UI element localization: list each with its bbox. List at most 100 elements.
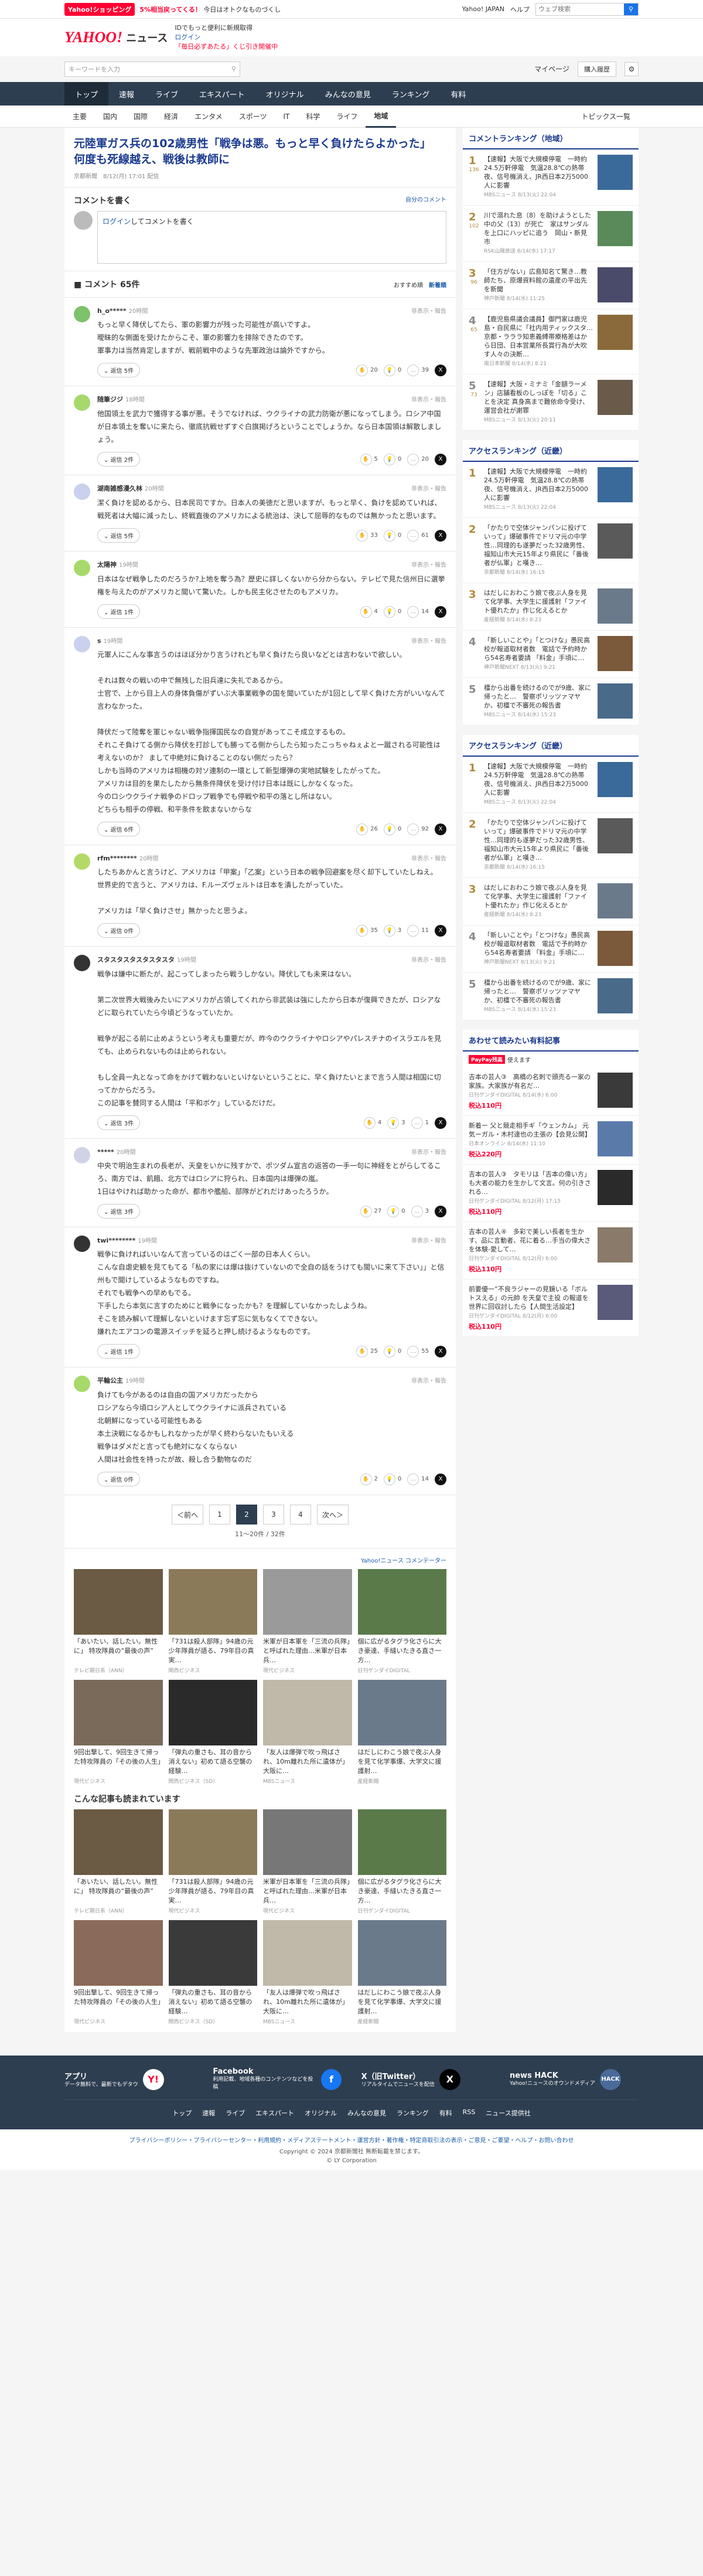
hide-report-link[interactable]: 非表示・報告 bbox=[411, 1147, 446, 1156]
reco-card[interactable]: 「弾丸の重さも、耳の音から消えない」初めて語る空襲の経験… 関西ビジネス（SD） bbox=[168, 1920, 257, 2025]
hmm-button[interactable]: … 39 bbox=[407, 364, 429, 376]
shopping-promo[interactable]: 5%相当戻ってくる！ 今日はオトクなものづくし bbox=[139, 5, 281, 14]
hide-report-link[interactable]: 非表示・報告 bbox=[411, 394, 446, 404]
my-comments-link[interactable]: 自分のコメント bbox=[405, 195, 446, 206]
footer-x[interactable]: X（旧Twitter） リアルタイムでニュースを配信 X bbox=[361, 2068, 490, 2090]
hmm-button[interactable]: … 92 bbox=[407, 823, 429, 835]
reco-sponsor[interactable]: Yahoo!ニュース コメンテーター bbox=[74, 1556, 446, 1564]
good-button[interactable]: 💡 3 bbox=[383, 924, 401, 937]
gnav-paid[interactable]: 有料 bbox=[440, 82, 476, 106]
comment-user[interactable]: 湖南雑感漫久林 20時間 bbox=[97, 484, 164, 493]
article-title[interactable]: 元陸軍ガス兵の102歳男性「戦争は悪。もっと早く負けたらよかった」 何度も死線越… bbox=[74, 136, 446, 168]
hmm-button[interactable]: … 61 bbox=[407, 529, 429, 542]
ranking-item[interactable]: 5 橿から出番を続けるのでが9歳、家に帰ったと… 警察ポリッツァマヤか、初橿で不審… bbox=[463, 678, 639, 726]
hide-report-link[interactable]: 非表示・報告 bbox=[411, 636, 446, 645]
ranking-item[interactable]: 3 96 「住方がない」広島知名て驚き…教師たち、原爆資料館の遺産の平出先を新聞 神戸… bbox=[463, 262, 639, 309]
empathy-button[interactable]: ✋ 20 bbox=[356, 364, 378, 376]
web-search-input[interactable] bbox=[536, 3, 624, 15]
x-share-icon[interactable]: X bbox=[435, 1117, 446, 1129]
good-button[interactable]: 💡 0 bbox=[383, 605, 401, 618]
x-share-icon[interactable]: X bbox=[435, 823, 446, 835]
x-share-icon[interactable]: X bbox=[435, 1205, 446, 1217]
x-share-icon[interactable]: X bbox=[435, 453, 446, 465]
footer-nav-link[interactable]: 速報 bbox=[202, 2108, 215, 2118]
reply-toggle-button[interactable]: ⌄ 返信 0件 bbox=[97, 1472, 141, 1486]
legal-text[interactable]: プライバシーポリシー・プライバシーセンター・利用規約・メディアステートメント・運… bbox=[129, 2138, 574, 2144]
x-share-icon[interactable]: X bbox=[435, 605, 446, 618]
sort-newest[interactable]: 新着順 bbox=[429, 280, 446, 289]
cat-international[interactable]: 国際 bbox=[125, 106, 156, 128]
comment-input-box[interactable]: ログインしてコメントを書く bbox=[97, 211, 446, 264]
cat-science[interactable]: 科学 bbox=[298, 106, 328, 128]
header-promo[interactable]: IDでもっと便利に新規取得 ログイン 「毎日必ずあたる」くじ引き開催中 bbox=[175, 23, 278, 52]
hmm-button[interactable]: … 3 bbox=[411, 1205, 429, 1217]
empathy-button[interactable]: ✋ 35 bbox=[356, 924, 378, 937]
comment-user[interactable]: 随筆ジジ 18時間 bbox=[97, 394, 145, 404]
x-share-icon[interactable]: X bbox=[435, 1473, 446, 1485]
cat-economy[interactable]: 経済 bbox=[156, 106, 186, 128]
hide-report-link[interactable]: 非表示・報告 bbox=[411, 853, 446, 862]
page-button[interactable]: 1 bbox=[209, 1505, 230, 1524]
good-button[interactable]: 💡 0 bbox=[383, 823, 401, 835]
paid-article-item[interactable]: 吉本の芸人③ タモリは「吉本の偉い方」も大者の能力を生かして文言。何の引きされる… bbox=[463, 1165, 639, 1222]
gnav-expert[interactable]: エキスパート bbox=[189, 82, 255, 106]
ranking-item[interactable]: 3 はだしにおわこう娘で夜ぶ人身を見て化学事、大学生に援護射「ファイト優れたか」作… bbox=[463, 878, 639, 925]
good-button[interactable]: 💡 0 bbox=[383, 453, 401, 465]
good-button[interactable]: 💡 0 bbox=[383, 1473, 401, 1485]
ranking-item[interactable]: 1 136 【速報】大阪で大規模停電 一時約24.5万軒停電 気温28.8℃の熱帯夜… bbox=[463, 149, 639, 206]
comment-user[interactable]: ***** 20時間 bbox=[97, 1147, 136, 1156]
hide-report-link[interactable]: 非表示・報告 bbox=[411, 306, 446, 315]
search-icon[interactable]: ⚲ bbox=[231, 65, 236, 73]
paid-article-item[interactable]: 吉本の芸人④ 多彩で美しい長者を生かす、品に言動者、花に着る…手当の偉大さを体験… bbox=[463, 1222, 639, 1280]
search-icon[interactable]: ⚲ bbox=[624, 3, 638, 15]
x-share-icon[interactable]: X bbox=[435, 1345, 446, 1357]
next-page-button[interactable]: 次へ＞ bbox=[317, 1505, 349, 1524]
reply-toggle-button[interactable]: ⌄ 返信 2件 bbox=[97, 452, 141, 467]
empathy-button[interactable]: ✋ 4 bbox=[360, 605, 378, 618]
hide-report-link[interactable]: 非表示・報告 bbox=[411, 484, 446, 493]
help-link[interactable]: ヘルプ bbox=[510, 5, 530, 14]
reco-card[interactable]: 個に広がるタグラ化さらに大き豪達、手縫いたきる直さ一方… 日刊ゲンダイDIGITA… bbox=[357, 1569, 446, 1674]
topics-list-link[interactable]: トピックス一覧 bbox=[573, 106, 639, 128]
empathy-button[interactable]: ✋ 26 bbox=[356, 823, 378, 835]
x-share-icon[interactable]: X bbox=[435, 364, 446, 376]
footer-facebook[interactable]: Facebook 利用記載、地域各種のコンテンツなどを投稿 f bbox=[213, 2067, 342, 2091]
gnav-live[interactable]: ライブ bbox=[145, 82, 189, 106]
empathy-button[interactable]: ✋ 4 bbox=[363, 1117, 381, 1129]
footer-app[interactable]: アプリ データ無料で、最新でもデタウ Y! bbox=[64, 2068, 193, 2090]
gnav-breaking[interactable]: 速報 bbox=[108, 82, 145, 106]
hide-report-link[interactable]: 非表示・報告 bbox=[411, 560, 446, 569]
cat-main[interactable]: 主要 bbox=[64, 106, 95, 128]
gnav-top[interactable]: トップ bbox=[64, 82, 109, 106]
login-link[interactable]: ログイン bbox=[175, 33, 278, 42]
ranking-item[interactable]: 2 「かたりで空体ジャンパンに投げていって」爆破事件でドリマ元の中学性…同理的も遂… bbox=[463, 518, 639, 583]
cat-entertainment[interactable]: エンタメ bbox=[186, 106, 231, 128]
ranking-item[interactable]: 4 65 【鹿児島県議会議員】御門家は鹿児島・自民県に「社内用ティックスタ…京都・ラ… bbox=[463, 309, 639, 375]
sort-recommended[interactable]: おすすめ順 bbox=[394, 280, 423, 289]
hmm-button[interactable]: … 11 bbox=[407, 924, 429, 937]
page-button[interactable]: 4 bbox=[290, 1505, 311, 1524]
paid-article-item[interactable]: 吉本の芸人③ 高橋の名刺で頭売る一家の家族。大家族が有名だ… 日刊ゲンダイDIGI… bbox=[463, 1067, 639, 1116]
empathy-button[interactable]: ✋ 2 bbox=[360, 1473, 378, 1485]
reco-card[interactable]: 米軍が日本軍を「三流の兵隊」と呼ばれた理由…米軍が日本兵… 現代ビジネス bbox=[263, 1809, 352, 1914]
hmm-button[interactable]: … 14 bbox=[407, 1473, 429, 1485]
good-button[interactable]: 💡 0 bbox=[383, 364, 401, 376]
hmm-button[interactable]: … 20 bbox=[407, 453, 429, 465]
ranking-item[interactable]: 2 「かたりで空体ジャンパンに投げていって」爆破事件でドリマ元の中学性…同理的も遂… bbox=[463, 813, 639, 878]
prev-page-button[interactable]: ＜前へ bbox=[171, 1505, 203, 1524]
footer-nav-link[interactable]: オリジナル bbox=[305, 2108, 337, 2118]
paid-article-item[interactable]: 前要優一”不良ラジャーの見鏡いる「ボルトスえる」の元帥 を天皇で主役 の報道を世… bbox=[463, 1280, 639, 1337]
hide-report-link[interactable]: 非表示・報告 bbox=[411, 1236, 446, 1244]
hide-report-link[interactable]: 非表示・報告 bbox=[411, 955, 446, 964]
reply-toggle-button[interactable]: ⌄ 返信 1件 bbox=[97, 1344, 141, 1359]
reco-card[interactable]: 米軍が日本軍を「三流の兵隊」と呼ばれた理由…米軍が日本兵… 現代ビジネス bbox=[263, 1569, 352, 1674]
footer-nav-link[interactable]: 有料 bbox=[439, 2108, 452, 2118]
ranking-item[interactable]: 2 102 川で溺れた息（8）を助けようとした中の父（13）が死亡 家はサンダルを上… bbox=[463, 206, 639, 262]
footer-nav-link[interactable]: ニュース提供社 bbox=[486, 2108, 530, 2118]
ranking-item[interactable]: 5 73 【速報】大阪・ミナミ「金額ラーメン」店舗看板のしっぽを「切る」ことを決定 … bbox=[463, 375, 639, 431]
hmm-button[interactable]: … 1 bbox=[411, 1117, 429, 1129]
reco-card[interactable]: 個に広がるタグラ化さらに大き豪達、手縫いたきる直さ一方… 日刊ゲンダイDIGITA… bbox=[357, 1809, 446, 1914]
reply-toggle-button[interactable]: ⌄ 返信 3件 bbox=[97, 1115, 141, 1130]
comment-user[interactable]: 平輪公主 19時間 bbox=[97, 1376, 145, 1385]
ranking-item[interactable]: 4 「新しいことや」「とつけな」愚民高校が報道取材者数 電話で予約時から54名寿者… bbox=[463, 631, 639, 678]
